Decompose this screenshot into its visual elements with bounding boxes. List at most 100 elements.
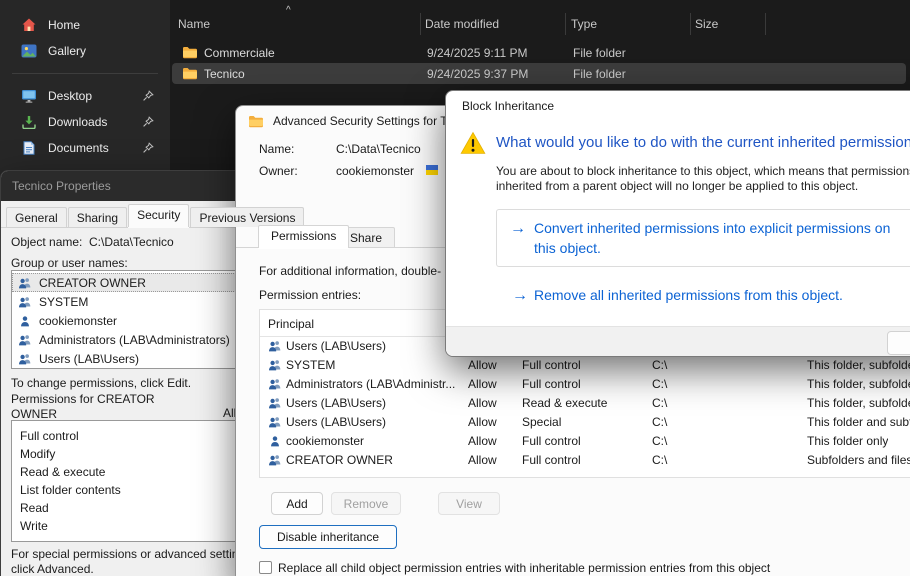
group-icon <box>268 340 282 352</box>
advanced-hint: For special permissions or advanced sett… <box>11 547 273 576</box>
sidebar-item-label: Documents <box>48 141 109 155</box>
entry-access: Full control <box>522 377 581 391</box>
sidebar-item-desktop[interactable]: Desktop <box>4 83 166 109</box>
permission-entry-row[interactable]: cookiemonster Allow Full control C:\ Thi… <box>260 432 910 451</box>
tab-previous-versions[interactable]: Previous Versions <box>190 207 304 227</box>
entry-type: Allow <box>468 434 497 448</box>
tab-security[interactable]: Security <box>128 204 189 227</box>
column-divider[interactable] <box>420 13 421 35</box>
sidebar-item-home[interactable]: Home <box>4 12 166 38</box>
tab-permissions[interactable]: Permissions <box>258 225 349 248</box>
remove-permissions-command-link[interactable]: Remove all inherited permissions from th… <box>534 286 843 305</box>
principal-name: Users (LAB\Users) <box>39 352 139 366</box>
entry-principal: Users (LAB\Users) <box>286 396 386 410</box>
sidebar-item-label: Home <box>48 18 80 32</box>
documents-icon <box>21 141 37 155</box>
advanced-title: Advanced Security Settings for Te <box>273 114 453 128</box>
gallery-icon <box>21 44 37 58</box>
entry-applies-to: This folder, subfolde... <box>807 377 910 391</box>
folder-icon <box>248 114 264 128</box>
entry-principal: Administrators (LAB\Administr... <box>286 377 455 391</box>
sidebar-separator <box>12 73 158 74</box>
column-header-type[interactable]: Type <box>571 17 597 31</box>
entry-type: Allow <box>468 377 497 391</box>
block-dialog-body-line2: inherited from a parent object will no l… <box>496 179 858 193</box>
entry-type: Allow <box>468 358 497 372</box>
tab-sharing[interactable]: Sharing <box>68 207 127 227</box>
desktop: Home Gallery Desktop Downloads Documents <box>0 0 910 576</box>
permissions-for-label: Permissions for CREATOR OWNER <box>11 392 186 422</box>
principal-column-header[interactable]: Principal <box>268 317 314 331</box>
object-name-label: Object name: <box>11 235 82 249</box>
principal-name: Administrators (LAB\Administrators) <box>39 333 230 347</box>
entry-inherited-from: C:\ <box>652 453 667 467</box>
replace-permissions-checkbox[interactable] <box>259 561 272 574</box>
object-name-value: C:\Data\Tecnico <box>89 235 174 249</box>
principal-name: CREATOR OWNER <box>39 276 146 290</box>
entry-access: Special <box>522 415 561 429</box>
info-text: For additional information, double- <box>259 264 441 278</box>
file-date-modified: 9/24/2025 9:11 PM <box>427 46 528 60</box>
properties-title: Tecnico Properties <box>12 179 111 193</box>
column-divider[interactable] <box>765 13 766 35</box>
entry-type: Allow <box>468 453 497 467</box>
block-dialog-body-line1: You are about to block inheritance to th… <box>496 164 910 178</box>
home-icon <box>21 17 37 33</box>
group-icon <box>18 353 32 365</box>
file-list-header: ^ Name Date modified Type Size <box>170 13 910 35</box>
permission-entry-row[interactable]: SYSTEM Allow Full control C:\ This folde… <box>260 356 910 375</box>
sidebar-item-gallery[interactable]: Gallery <box>4 38 166 64</box>
remove-button[interactable]: Remove <box>331 492 401 515</box>
group-icon <box>18 334 32 346</box>
group-icon <box>268 397 282 409</box>
permission-entry-row[interactable]: CREATOR OWNER Allow Full control C:\ Sub… <box>260 451 910 470</box>
permission-entry-row[interactable]: Administrators (LAB\Administr... Allow F… <box>260 375 910 394</box>
user-icon <box>18 315 32 327</box>
owner-flag-icon <box>426 165 438 175</box>
entry-inherited-from: C:\ <box>652 396 667 410</box>
entry-applies-to: This folder only <box>807 434 888 448</box>
convert-permissions-command-link[interactable]: → Convert inherited permissions into exp… <box>496 209 910 267</box>
sort-ascending-icon: ^ <box>286 5 291 16</box>
entry-access: Full control <box>522 358 581 372</box>
sidebar-item-documents[interactable]: Documents <box>4 135 166 161</box>
column-divider[interactable] <box>690 13 691 35</box>
entry-principal: SYSTEM <box>286 358 335 372</box>
file-row-commerciale[interactable]: Commerciale 9/24/2025 9:11 PM File folde… <box>172 42 906 63</box>
command-arrow-icon: → <box>510 219 526 238</box>
entry-inherited-from: C:\ <box>652 434 667 448</box>
file-type: File folder <box>573 67 626 81</box>
group-icon <box>18 277 32 289</box>
permission-entry-row[interactable]: Users (LAB\Users) Allow Read & execute C… <box>260 394 910 413</box>
file-date-modified: 9/24/2025 9:37 PM <box>427 67 528 81</box>
entry-principal: cookiemonster <box>286 434 364 448</box>
block-inheritance-title-bar[interactable]: Block Inheritance <box>446 91 910 121</box>
entry-inherited-from: C:\ <box>652 415 667 429</box>
disable-inheritance-button[interactable]: Disable inheritance <box>259 525 397 549</box>
principal-name: cookiemonster <box>39 314 117 328</box>
column-divider[interactable] <box>565 13 566 35</box>
file-name: Commerciale <box>204 46 275 60</box>
entry-applies-to: This folder, subfolde... <box>807 358 910 372</box>
column-header-name[interactable]: Name <box>178 17 210 31</box>
entry-access: Full control <box>522 434 581 448</box>
entry-applies-to: This folder and subf... <box>807 415 910 429</box>
tab-general[interactable]: General <box>6 207 67 227</box>
add-button[interactable]: Add <box>271 492 323 515</box>
name-label: Name: <box>259 142 294 156</box>
cancel-button[interactable]: Cancel <box>887 331 910 355</box>
sidebar-item-label: Desktop <box>48 89 92 103</box>
file-type: File folder <box>573 46 626 60</box>
permission-entry-row[interactable]: Users (LAB\Users) Allow Special C:\ This… <box>260 413 910 432</box>
group-icon <box>268 416 282 428</box>
owner-value: cookiemonster <box>336 164 414 178</box>
column-header-date-modified[interactable]: Date modified <box>425 17 499 31</box>
view-button[interactable]: View <box>438 492 500 515</box>
file-row-tecnico[interactable]: Tecnico 9/24/2025 9:37 PM File folder <box>172 63 906 84</box>
sidebar-item-downloads[interactable]: Downloads <box>4 109 166 135</box>
entry-principal: Users (LAB\Users) <box>286 415 386 429</box>
convert-permissions-label-line2: this object. <box>534 239 601 258</box>
sidebar-item-label: Gallery <box>48 44 86 58</box>
entry-applies-to: This folder, subfolde... <box>807 396 910 410</box>
column-header-size[interactable]: Size <box>695 17 718 31</box>
